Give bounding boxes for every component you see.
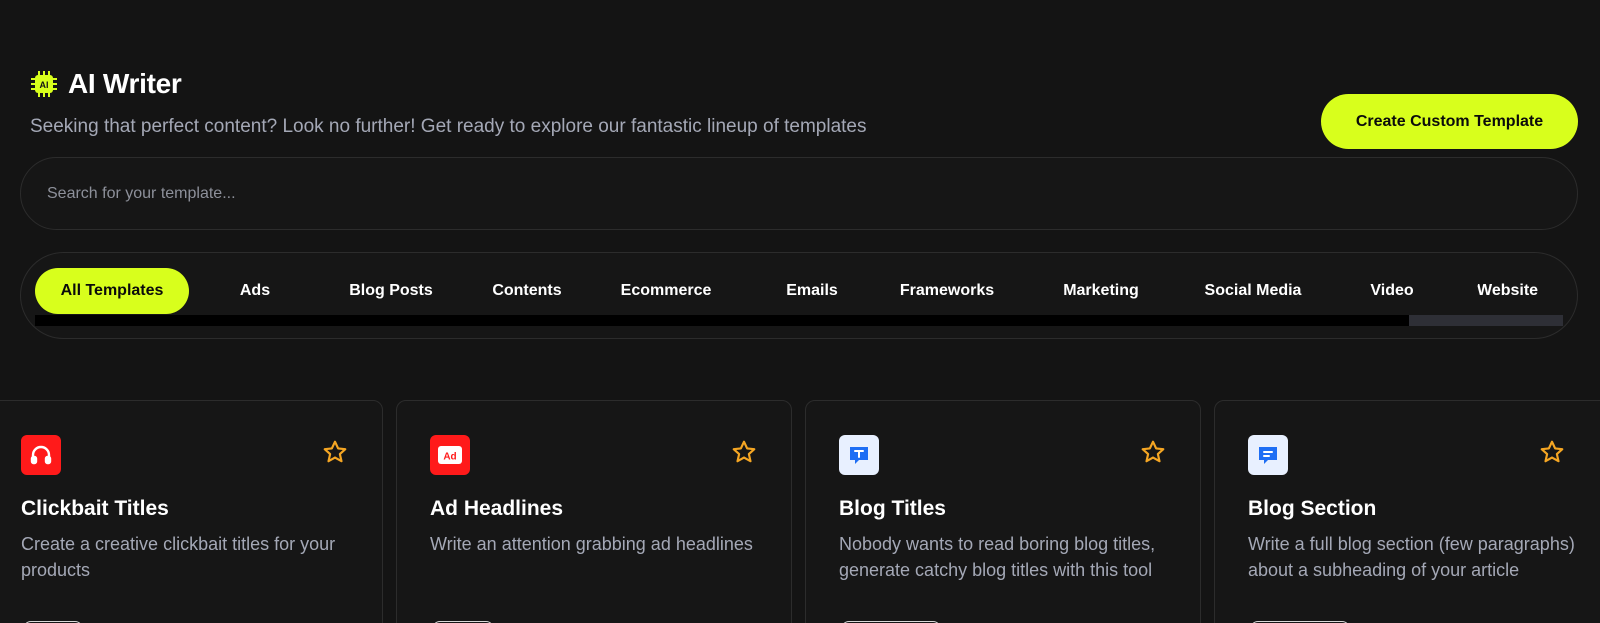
tab-ecommerce[interactable]: Ecommerce	[605, 268, 727, 314]
template-card-blog-section[interactable]: Blog Section Write a full blog section (…	[1214, 400, 1600, 623]
search-bar	[20, 157, 1578, 230]
ai-badge-text: AI	[40, 80, 49, 90]
card-description: Nobody wants to read boring blog titles,…	[839, 534, 1156, 580]
favorite-star-icon[interactable]	[731, 439, 757, 465]
page-subtitle: Seeking that perfect content? Look no fu…	[30, 116, 867, 137]
search-input[interactable]	[47, 158, 1547, 229]
tab-video[interactable]: Video	[1361, 268, 1423, 314]
card-description: Create a creative clickbait titles for y…	[21, 534, 336, 580]
svg-text:Ad: Ad	[443, 452, 456, 463]
template-card-clickbait-titles[interactable]: Clickbait Titles Create a creative click…	[0, 400, 383, 623]
card-title: Blog Section	[1248, 497, 1377, 520]
tab-contents[interactable]: Contents	[477, 268, 577, 314]
message-bubble-icon	[1248, 435, 1288, 475]
tabs-scrollbar[interactable]	[35, 315, 1563, 326]
tabs-scrollbar-thumb[interactable]	[35, 315, 1409, 326]
tab-social-media[interactable]: Social Media	[1187, 268, 1319, 314]
card-description: Write a full blog section (few paragraph…	[1248, 534, 1575, 580]
tab-all-templates[interactable]: All Templates	[35, 268, 189, 314]
favorite-star-icon[interactable]	[322, 439, 348, 465]
ai-chip-icon: AI	[31, 71, 57, 97]
tab-website[interactable]: Website	[1477, 268, 1563, 314]
ai-writer-page: AI AI Writer Seeking that perfect conten…	[0, 0, 1600, 623]
create-custom-template-button[interactable]: Create Custom Template	[1321, 94, 1578, 149]
tabs-row: All Templates Ads Blog Posts Contents Ec…	[35, 268, 1563, 314]
card-description: Write an attention grabbing ad headlines	[430, 534, 753, 554]
category-tabs: All Templates Ads Blog Posts Contents Ec…	[20, 252, 1578, 339]
ad-icon: Ad	[430, 435, 470, 475]
tab-blog-posts[interactable]: Blog Posts	[331, 268, 451, 314]
tab-emails[interactable]: Emails	[777, 268, 847, 314]
card-title: Clickbait Titles	[21, 497, 169, 520]
card-title: Ad Headlines	[430, 497, 564, 520]
favorite-star-icon[interactable]	[1539, 439, 1565, 465]
text-bubble-icon	[839, 435, 879, 475]
page-title: AI Writer	[68, 68, 182, 99]
card-title: Blog Titles	[839, 497, 946, 520]
template-card-ad-headlines[interactable]: Ad Ad Headlines Write an attention grabb…	[396, 400, 792, 623]
tab-ads[interactable]: Ads	[225, 268, 285, 314]
page-header: AI AI Writer	[30, 68, 182, 100]
headphones-icon	[21, 435, 61, 475]
tab-frameworks[interactable]: Frameworks	[887, 268, 1007, 314]
tab-marketing[interactable]: Marketing	[1045, 268, 1157, 314]
favorite-star-icon[interactable]	[1140, 439, 1166, 465]
template-card-blog-titles[interactable]: Blog Titles Nobody wants to read boring …	[805, 400, 1201, 623]
